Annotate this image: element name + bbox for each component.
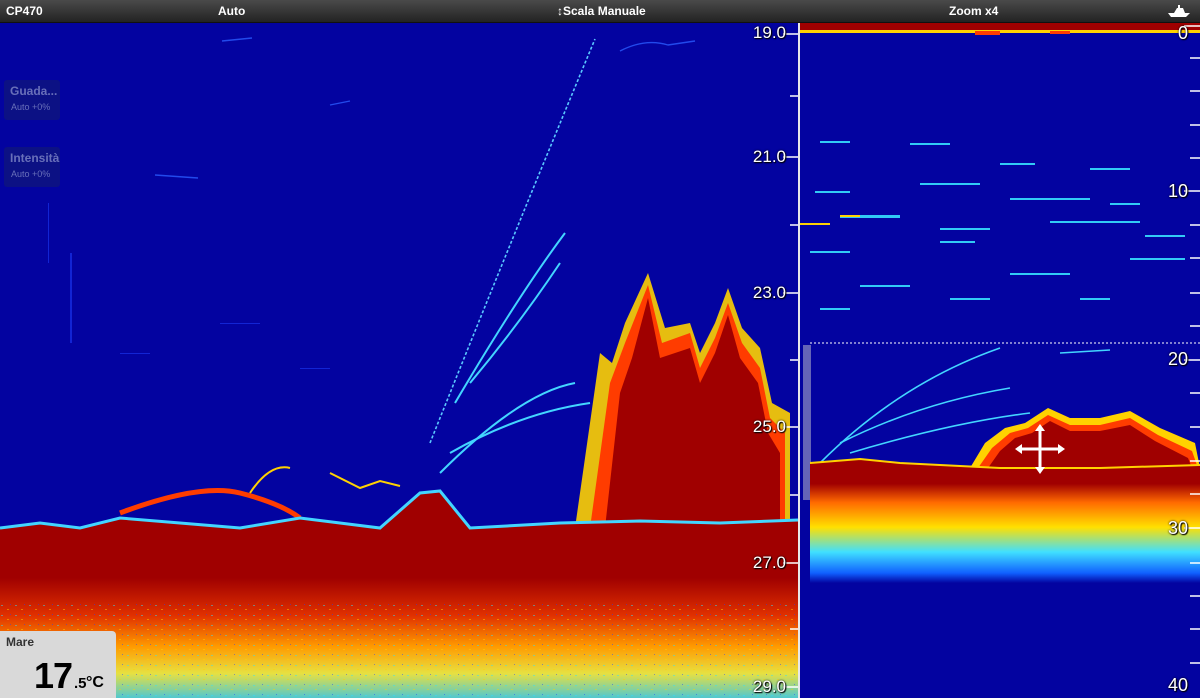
zoom-level[interactable]: Zoom x4 <box>949 4 998 18</box>
intensity-control-value: Auto +0% <box>11 169 51 179</box>
depth-label: 10 <box>1167 181 1188 201</box>
depth-label: 19.0 <box>752 23 786 42</box>
intensity-control-title: Intensità <box>10 151 60 165</box>
gain-mode[interactable]: Auto <box>218 4 245 18</box>
temperature-unit: °C <box>86 674 104 691</box>
sonar-panel-left[interactable]: 19.0 21.0 23.0 25.0 27.0 29.0 Guada... A… <box>0 23 798 698</box>
top-bar: CP470 Auto ↕Scala Manuale Zoom x4 <box>0 0 1200 23</box>
depth-label: 20 <box>1167 349 1188 369</box>
gain-control-title: Guada... <box>10 84 58 98</box>
move-cursor-icon[interactable] <box>1015 423 1065 475</box>
sonar-echo-view[interactable] <box>0 23 798 698</box>
temperature-integer: 17 <box>34 655 73 696</box>
intensity-control[interactable]: Intensità Auto +0% <box>4 147 60 187</box>
depth-label: 29.0 <box>752 677 786 696</box>
water-temperature-box[interactable]: Mare 17 .5 °C <box>0 631 116 698</box>
depth-label: 0 <box>1177 23 1188 43</box>
temperature-title: Mare <box>6 635 35 649</box>
depth-label: 27.0 <box>752 553 786 572</box>
depth-label: 21.0 <box>752 147 786 166</box>
depth-label: 40 <box>1167 675 1188 695</box>
boat-icon <box>1168 5 1190 17</box>
depth-label: 30 <box>1167 518 1188 538</box>
temperature-decimal: .5 <box>74 675 87 692</box>
device-name: CP470 <box>6 4 43 18</box>
sonar-panel-right[interactable]: 0 10 20 30 40 <box>800 23 1200 698</box>
gain-control-value: Auto +0% <box>11 102 51 112</box>
depth-label: 23.0 <box>752 283 786 302</box>
depth-label: 25.0 <box>752 417 786 436</box>
gain-control[interactable]: Guada... Auto +0% <box>4 80 60 120</box>
range-mode[interactable]: ↕Scala Manuale <box>557 4 646 18</box>
